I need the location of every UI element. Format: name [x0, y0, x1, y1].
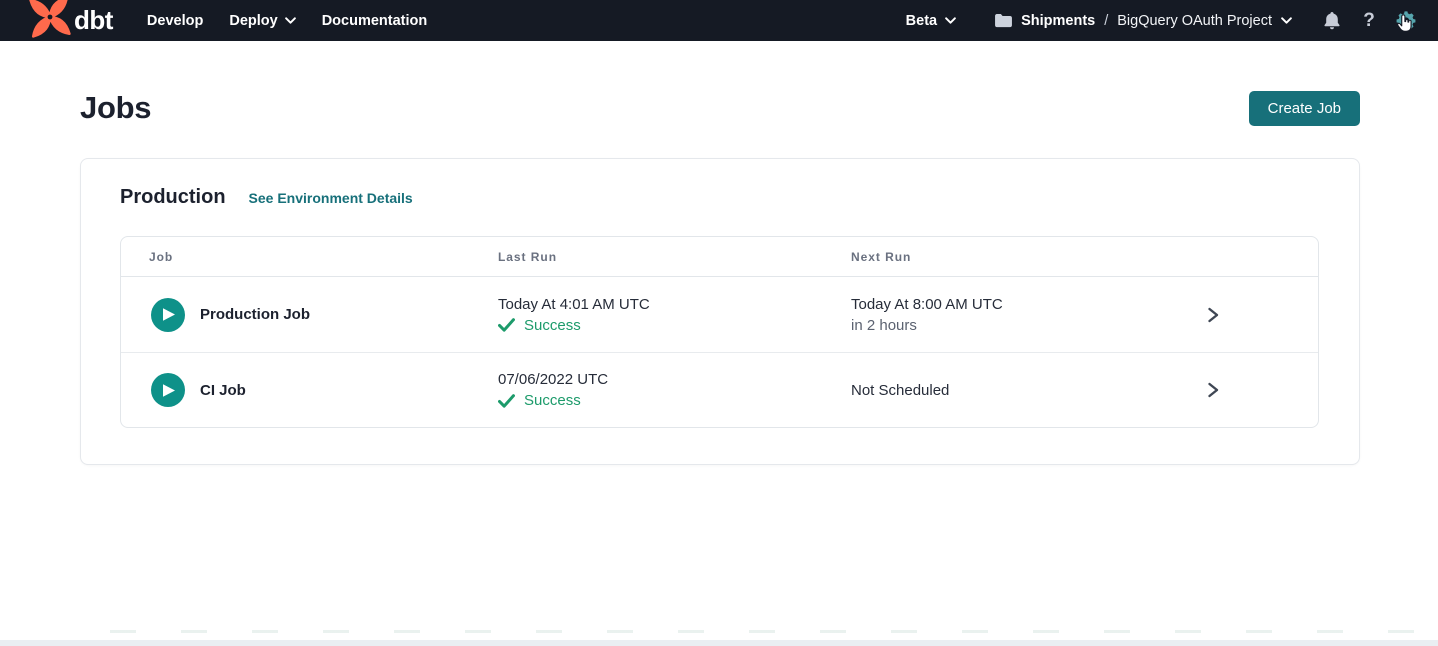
check-icon	[498, 318, 515, 332]
last-run-status: Success	[498, 316, 851, 335]
dbt-logo-text: dbt	[74, 0, 113, 41]
breadcrumb: Shipments / BigQuery OAuth Project	[994, 13, 1292, 29]
next-run-time: Not Scheduled	[851, 381, 1206, 400]
status-badge: Success	[524, 316, 581, 335]
main-content: Jobs Create Job Production See Environme…	[0, 90, 1438, 465]
bottom-dashed-artifact	[110, 630, 1438, 633]
navbar-icon-group: ?	[1322, 11, 1416, 31]
folder-icon	[994, 13, 1013, 28]
last-run-status: Success	[498, 391, 851, 410]
nav-item-documentation-label: Documentation	[322, 13, 428, 29]
page-header: Jobs Create Job	[80, 90, 1360, 126]
last-run-time: 07/06/2022 UTC	[498, 370, 851, 389]
dbt-logo-icon	[28, 0, 72, 39]
production-environment-card: Production See Environment Details Job L…	[80, 158, 1360, 465]
create-job-button[interactable]: Create Job	[1249, 91, 1360, 126]
job-name: CI Job	[200, 382, 246, 399]
chevron-right-icon[interactable]	[1206, 307, 1220, 323]
check-icon	[498, 394, 515, 408]
status-badge: Success	[524, 391, 581, 410]
last-run-time: Today At 4:01 AM UTC	[498, 295, 851, 314]
chevron-right-icon[interactable]	[1206, 382, 1220, 398]
nav-item-deploy[interactable]: Deploy	[229, 13, 295, 29]
jobs-table: Job Last Run Next Run Production Job Tod…	[120, 236, 1319, 428]
table-row[interactable]: Production Job Today At 4:01 AM UTC Succ…	[121, 277, 1318, 352]
bell-icon	[1323, 11, 1341, 30]
beta-dropdown[interactable]: Beta	[906, 13, 956, 29]
settings-button[interactable]	[1396, 11, 1416, 31]
top-navbar: dbt Develop Deploy Documentation Beta Sh…	[0, 0, 1438, 41]
help-icon: ?	[1363, 11, 1375, 30]
breadcrumb-separator: /	[1104, 13, 1108, 29]
card-header: Production See Environment Details	[120, 186, 1319, 209]
nav-item-develop-label: Develop	[147, 13, 203, 29]
navbar-right: Beta Shipments / BigQuery OAuth Project	[906, 11, 1416, 31]
nav-item-deploy-label: Deploy	[229, 13, 277, 29]
page-title: Jobs	[80, 90, 151, 126]
chevron-down-icon	[1281, 17, 1292, 24]
breadcrumb-environment-label: BigQuery OAuth Project	[1117, 13, 1272, 29]
next-run-time: Today At 8:00 AM UTC	[851, 295, 1206, 314]
play-icon	[162, 307, 176, 322]
breadcrumb-environment[interactable]: BigQuery OAuth Project	[1117, 13, 1292, 29]
run-job-button[interactable]	[151, 298, 185, 332]
table-header-row: Job Last Run Next Run	[121, 237, 1318, 277]
job-name: Production Job	[200, 306, 310, 323]
run-job-button[interactable]	[151, 373, 185, 407]
help-button[interactable]: ?	[1359, 11, 1379, 31]
gear-icon	[1396, 10, 1416, 31]
chevron-down-icon	[945, 17, 956, 24]
nav-links: Develop Deploy Documentation	[147, 13, 427, 29]
notifications-button[interactable]	[1322, 11, 1342, 31]
see-environment-details-link[interactable]: See Environment Details	[249, 190, 413, 206]
nav-item-develop[interactable]: Develop	[147, 13, 203, 29]
play-icon	[162, 383, 176, 398]
next-run-note: in 2 hours	[851, 316, 1206, 335]
column-header-job: Job	[121, 250, 498, 264]
dbt-logo[interactable]: dbt	[28, 0, 113, 41]
column-header-next-run: Next Run	[851, 250, 1206, 264]
bottom-edge-bar	[0, 640, 1438, 646]
environment-title: Production	[120, 186, 226, 209]
breadcrumb-project[interactable]: Shipments	[1021, 13, 1095, 29]
nav-item-documentation[interactable]: Documentation	[322, 13, 428, 29]
beta-label: Beta	[906, 13, 937, 29]
chevron-down-icon	[285, 17, 296, 24]
column-header-last-run: Last Run	[498, 250, 851, 264]
table-row[interactable]: CI Job 07/06/2022 UTC Success Not Schedu…	[121, 352, 1318, 427]
